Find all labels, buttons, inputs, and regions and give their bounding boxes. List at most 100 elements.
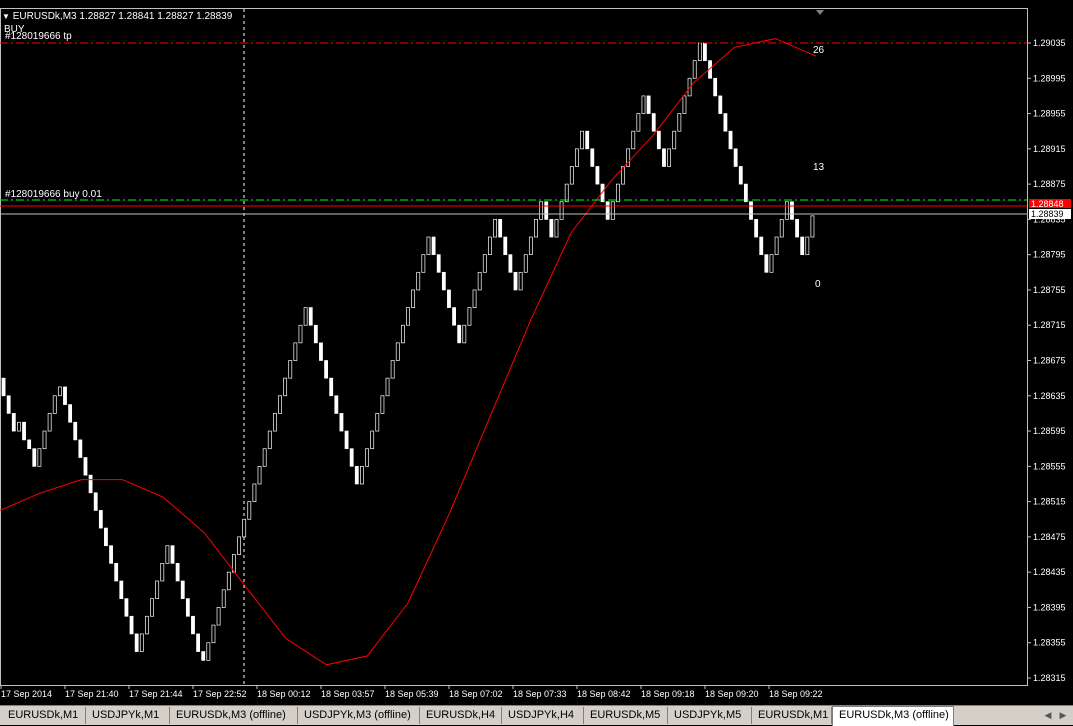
renko-bar [631,130,636,150]
renko-bar [564,183,569,203]
renko-bar [534,219,538,238]
price-tick-label: 1.28875 [1033,179,1066,189]
time-tick-label: 17 Sep 21:40 [65,689,119,699]
price-tick-label: 1.28435 [1033,567,1066,577]
renko-bar [129,615,134,635]
tab-eurusdk-m5[interactable]: EURUSDk,M5 [584,707,668,724]
renko-bar [150,598,154,617]
time-tick-label: 18 Sep 08:42 [577,689,631,699]
symbol-dropdown-icon[interactable]: ▼ [2,12,10,21]
renko-bar [63,386,67,405]
renko-bar [37,448,42,467]
renko-bar [247,501,252,520]
renko-bar [672,130,677,150]
renko-bar [124,598,129,617]
renko-bar [467,307,472,326]
order-price-tag: 1.28848 [1031,199,1064,209]
renko-bar [477,271,482,291]
time-tick-label: 18 Sep 03:57 [321,689,375,699]
renko-bar [221,589,226,608]
renko-bar [185,598,190,617]
renko-bar [646,95,651,114]
renko-bar [22,421,26,441]
tab-usdjpyk-m3-offline[interactable]: USDJPYk,M3 (offline) [298,707,420,724]
price-tick-label: 1.28475 [1033,532,1066,542]
renko-bar [109,545,113,564]
renko-bar [160,562,165,582]
renko-bar [513,271,518,291]
tab-eurusdk-m3-offline[interactable]: EURUSDk,M3 (offline) [832,706,954,726]
renko-bar [549,219,554,238]
renko-bar [313,324,318,344]
price-tick-label: 1.28755 [1033,285,1066,295]
renko-bar [344,430,349,450]
tab-usdjpyk-h4[interactable]: USDJPYk,H4 [502,707,584,724]
renko-bar [406,307,410,326]
triangle-down-icon[interactable] [816,10,824,15]
chart-window[interactable]: 26 13 0 1.29035 1.28995 1.28955 1.28915 1.28… [0,0,1073,705]
time-tick-label: 18 Sep 00:12 [257,689,311,699]
renko-bar [119,580,124,599]
renko-bar [585,130,590,150]
renko-bar [27,439,32,450]
time-tick-label: 18 Sep 09:20 [705,689,759,699]
renko-bar [498,219,503,238]
tab-eurusdk-m1[interactable]: EURUSDk,M1 [752,707,832,724]
tab-scroll-right-icon[interactable]: ▶ [1058,709,1068,722]
renko-bar [682,95,687,114]
symbol-info: ▼ EURUSDk,M3 1.28827 1.28841 1.28827 1.2… [2,11,232,22]
renko-bar [488,236,492,256]
renko-bar [795,219,799,238]
renko-bar [365,448,369,467]
renko-bar [539,201,544,220]
price-tick-label: 1.28595 [1033,426,1066,436]
price-tick-label: 1.28355 [1033,638,1066,648]
renko-bar [743,183,748,203]
renko-bar [191,615,195,635]
renko-bar [805,236,810,256]
renko-bar [718,95,723,114]
renko-bar [354,465,359,485]
renko-bar [784,201,789,220]
renko-bar [201,651,206,661]
order-label: #128019666 buy 0.01 [5,189,102,200]
renko-bar [738,166,743,185]
renko-bar [104,527,108,547]
time-axis[interactable]: 17 Sep 2014 17 Sep 21:40 17 Sep 21:44 17 Se… [0,685,823,699]
tab-eurusdk-m1[interactable]: EURUSDk,M1 [2,707,86,724]
renko-bar [656,130,661,150]
price-axis[interactable]: 1.29035 1.28995 1.28955 1.28915 1.28875 1.288… [1027,38,1066,683]
renko-bar [175,562,180,582]
renko-bar [211,624,216,644]
time-tick-label: 18 Sep 09:22 [769,689,823,699]
renko-bar [554,219,559,238]
renko-bar [733,148,738,167]
renko-bar [6,395,11,414]
renko-bar [390,360,395,379]
renko-bar [728,130,733,150]
price-tick-label: 1.28715 [1033,320,1066,330]
price-chart[interactable]: 26 13 0 1.29035 1.28995 1.28955 1.28915 1.28… [0,0,1073,705]
renko-bar [528,236,533,256]
renko-bar [569,166,574,185]
level-mid-label: 13 [813,162,825,173]
tab-usdjpyk-m5[interactable]: USDJPYk,M5 [668,707,752,724]
renko-bar [339,413,344,432]
renko-bar [651,113,656,132]
renko-bar [139,633,144,652]
renko-bar [252,483,257,502]
tab-usdjpyk-m1[interactable]: USDJPYk,M1 [86,707,170,724]
tab-eurusdk-h4[interactable]: EURUSDk,H4 [420,707,502,724]
renko-bar [262,448,267,467]
time-tick-label: 18 Sep 09:18 [641,689,695,699]
renko-bar [226,571,231,591]
renko-bar [257,465,262,485]
renko-bar [288,360,293,379]
price-tick-label: 1.28515 [1033,497,1066,507]
take-profit-label: #128019666 tp [5,31,72,42]
tab-scroll-left-icon[interactable]: ◀ [1043,709,1053,722]
tab-eurusdk-m3-offline[interactable]: EURUSDk,M3 (offline) [170,707,298,724]
chart-tab-bar: EURUSDk,M1 USDJPYk,M1 EURUSDk,M3 (offline)… [0,705,1073,726]
renko-bar [88,474,93,494]
renko-bar [723,113,728,132]
